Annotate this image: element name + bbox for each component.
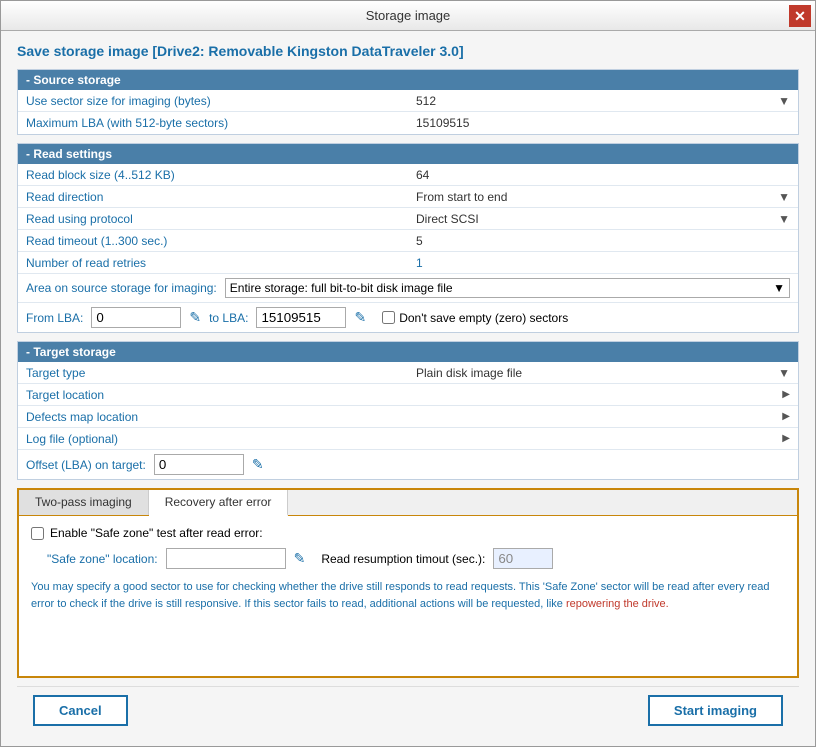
- target-type-row: Target type Plain disk image file ▼: [18, 362, 798, 384]
- source-storage-rows: Use sector size for imaging (bytes) 512 …: [18, 90, 798, 134]
- to-lba-input[interactable]: [256, 307, 346, 328]
- from-lba-label: From LBA:: [26, 311, 83, 325]
- target-storage-section: - Target storage Target type Plain disk …: [17, 341, 799, 480]
- tab-two-pass[interactable]: Two-pass imaging: [19, 490, 149, 515]
- read-protocol-row: Read using protocol Direct SCSI ▼: [18, 208, 798, 230]
- defects-map-arrow[interactable]: ▶: [782, 411, 790, 422]
- lba-row: From LBA: ✎ to LBA: ✎ Don't save empty (…: [18, 303, 798, 332]
- sector-size-label: Use sector size for imaging (bytes): [18, 92, 408, 110]
- read-retries-row: Number of read retries 1: [18, 252, 798, 274]
- title-bar: Storage image ✕: [1, 1, 815, 31]
- read-block-row: Read block size (4..512 KB) 64: [18, 164, 798, 186]
- read-protocol-label: Read using protocol: [18, 210, 408, 228]
- read-settings-header: - Read settings: [18, 144, 798, 164]
- to-lba-edit-icon[interactable]: ✎: [354, 309, 366, 326]
- safezone-edit-icon[interactable]: ✎: [294, 550, 306, 567]
- tabs-container: Two-pass imaging Recovery after error En…: [17, 488, 799, 678]
- tab-recovery-content: Enable "Safe zone" test after read error…: [19, 516, 797, 676]
- read-direction-dropdown[interactable]: ▼: [778, 190, 790, 204]
- read-block-value: 64: [408, 166, 798, 184]
- resumption-label: Read resumption timout (sec.):: [321, 552, 485, 566]
- defects-map-row: Defects map location ▶: [18, 406, 798, 428]
- log-file-arrow[interactable]: ▶: [782, 433, 790, 444]
- info-text: You may specify a good sector to use for…: [31, 579, 785, 612]
- enable-safezone-checkbox[interactable]: [31, 527, 44, 540]
- from-lba-edit-icon[interactable]: ✎: [189, 309, 201, 326]
- no-empty-sectors-checkbox[interactable]: [382, 311, 395, 324]
- read-protocol-dropdown[interactable]: ▼: [778, 212, 790, 226]
- area-select[interactable]: Entire storage: full bit-to-bit disk ima…: [225, 278, 790, 298]
- log-file-label: Log file (optional): [18, 430, 408, 448]
- read-direction-row: Read direction From start to end ▼: [18, 186, 798, 208]
- enable-safezone-label: Enable "Safe zone" test after read error…: [50, 526, 263, 540]
- max-lba-row: Maximum LBA (with 512-byte sectors) 1510…: [18, 112, 798, 134]
- close-button[interactable]: ✕: [789, 5, 811, 27]
- no-empty-sectors-label: Don't save empty (zero) sectors: [382, 311, 568, 325]
- enable-safezone-row: Enable "Safe zone" test after read error…: [31, 526, 785, 540]
- target-type-value: Plain disk image file ▼: [408, 364, 798, 382]
- max-lba-label: Maximum LBA (with 512-byte sectors): [18, 114, 408, 132]
- area-row: Area on source storage for imaging: Enti…: [18, 274, 798, 303]
- safezone-row: "Safe zone" location: ✎ Read resumption …: [31, 548, 785, 569]
- offset-lba-input[interactable]: [154, 454, 244, 475]
- window-title: Storage image: [366, 8, 451, 23]
- sector-size-row: Use sector size for imaging (bytes) 512 …: [18, 90, 798, 112]
- resumption-input[interactable]: [493, 548, 553, 569]
- from-lba-input[interactable]: [91, 307, 181, 328]
- target-location-label: Target location: [18, 386, 408, 404]
- read-direction-value: From start to end ▼: [408, 188, 798, 206]
- read-retries-value: 1: [408, 254, 798, 272]
- safezone-input[interactable]: [166, 548, 286, 569]
- read-retries-label: Number of read retries: [18, 254, 408, 272]
- read-block-label: Read block size (4..512 KB): [18, 166, 408, 184]
- source-storage-section: - Source storage Use sector size for ima…: [17, 69, 799, 135]
- storage-image-window: Storage image ✕ Save storage image [Driv…: [0, 0, 816, 747]
- tab-recovery[interactable]: Recovery after error: [149, 490, 289, 516]
- target-type-dropdown[interactable]: ▼: [778, 366, 790, 380]
- start-imaging-button[interactable]: Start imaging: [648, 695, 783, 726]
- offset-lba-row: Offset (LBA) on target: ✎: [18, 450, 798, 479]
- offset-lba-edit-icon[interactable]: ✎: [252, 456, 264, 473]
- read-settings-section: - Read settings Read block size (4..512 …: [17, 143, 799, 333]
- offset-lba-label: Offset (LBA) on target:: [26, 458, 146, 472]
- dialog-content: Save storage image [Drive2: Removable Ki…: [1, 31, 815, 746]
- target-location-arrow[interactable]: ▶: [782, 389, 790, 400]
- max-lba-value: 15109515: [408, 114, 798, 132]
- target-storage-rows: Target type Plain disk image file ▼ Targ…: [18, 362, 798, 479]
- dialog-title: Save storage image [Drive2: Removable Ki…: [17, 43, 799, 59]
- read-timeout-value: 5: [408, 232, 798, 250]
- target-location-value: ▶: [408, 387, 798, 402]
- info-text-2: error to check if the drive is still res…: [31, 598, 669, 610]
- highlight-text: repowering the drive.: [566, 598, 669, 610]
- read-protocol-value: Direct SCSI ▼: [408, 210, 798, 228]
- footer: Cancel Start imaging: [17, 686, 799, 734]
- sector-size-value: 512 ▼: [408, 92, 798, 110]
- target-storage-header: - Target storage: [18, 342, 798, 362]
- read-settings-rows: Read block size (4..512 KB) 64 Read dire…: [18, 164, 798, 332]
- log-file-value: ▶: [408, 431, 798, 446]
- read-timeout-row: Read timeout (1..300 sec.) 5: [18, 230, 798, 252]
- tabs-header: Two-pass imaging Recovery after error: [19, 490, 797, 516]
- read-timeout-label: Read timeout (1..300 sec.): [18, 232, 408, 250]
- defects-map-value: ▶: [408, 409, 798, 424]
- cancel-button[interactable]: Cancel: [33, 695, 128, 726]
- area-dropdown-arrow: ▼: [773, 281, 785, 295]
- read-retries-link[interactable]: 1: [416, 256, 423, 270]
- target-type-label: Target type: [18, 364, 408, 382]
- log-file-row: Log file (optional) ▶: [18, 428, 798, 450]
- defects-map-label: Defects map location: [18, 408, 408, 426]
- to-lba-label: to LBA:: [209, 311, 248, 325]
- sector-size-dropdown[interactable]: ▼: [778, 94, 790, 108]
- target-location-row: Target location ▶: [18, 384, 798, 406]
- source-storage-header: - Source storage: [18, 70, 798, 90]
- read-direction-label: Read direction: [18, 188, 408, 206]
- safezone-label: "Safe zone" location:: [47, 552, 158, 566]
- area-label: Area on source storage for imaging:: [26, 281, 217, 295]
